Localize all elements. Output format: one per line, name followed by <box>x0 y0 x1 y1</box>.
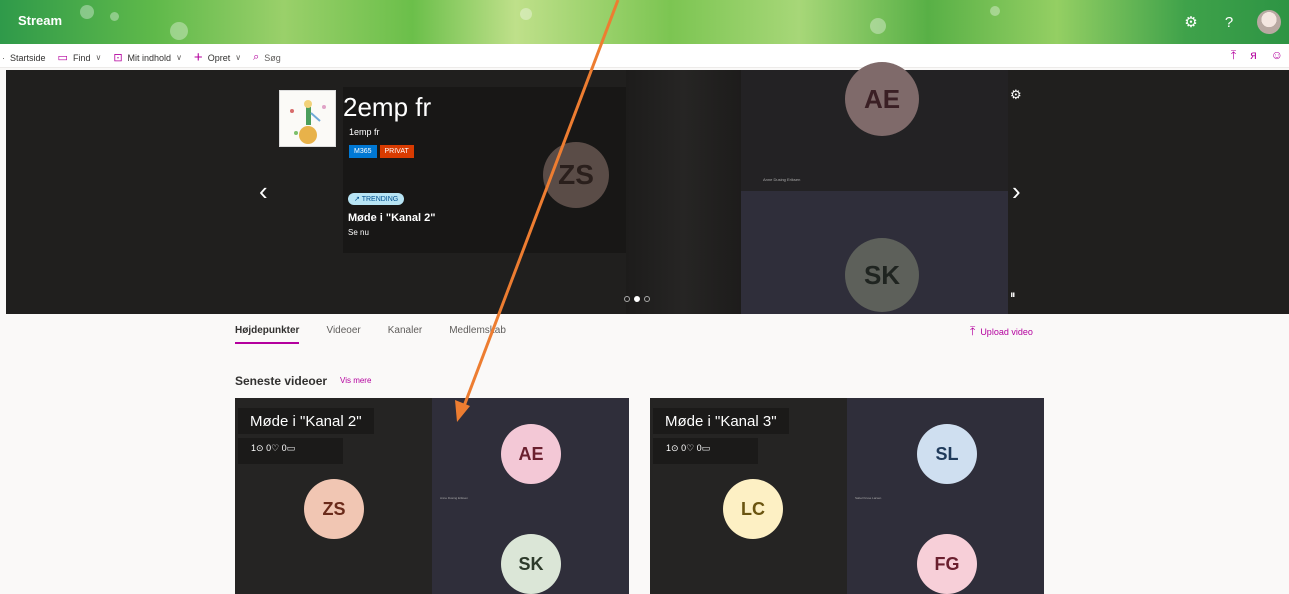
hero-title[interactable]: 2emp fr <box>343 92 431 123</box>
vis-mere-link[interactable]: Vis mere <box>340 376 371 385</box>
trending-icon: ↗ <box>354 196 362 203</box>
hero-video-title[interactable]: Møde i "Kanal 2" <box>348 212 435 224</box>
chevron-down-icon: ∨ <box>235 53 242 62</box>
stream-page: Stream ⚙ ? · Startside ▭ Find ∨ ⊡ Mit in… <box>0 0 1289 594</box>
gear-icon[interactable]: ⚙ <box>1181 13 1201 31</box>
nav-dot-icon: · <box>2 52 5 63</box>
decor-speck <box>520 8 532 20</box>
avatar-lc: LC <box>723 479 783 539</box>
avatar-fg: FG <box>917 534 977 594</box>
video-card[interactable]: Møde i "Kanal 2" 1⊙ 0♡ 0▭ ZS AE Anne Dus… <box>235 398 629 594</box>
app-name[interactable]: Stream <box>18 13 62 28</box>
upload-label: Upload video <box>980 326 1033 337</box>
avatar-ae: AE <box>845 62 919 136</box>
nav-bar: · Startside ▭ Find ∨ ⊡ Mit indhold ∨ + O… <box>0 44 1289 68</box>
nav-item-mit-indhold[interactable]: ⊡ Mit indhold ∨ <box>113 51 182 64</box>
avatar[interactable] <box>1257 10 1281 34</box>
nav-items: · Startside ▭ Find ∨ ⊡ Mit indhold ∨ + O… <box>2 49 281 66</box>
carousel-next-icon[interactable]: › <box>1012 176 1021 207</box>
carousel-dot[interactable] <box>644 296 650 302</box>
nav-item-startside[interactable]: · Startside <box>2 53 46 63</box>
top-icons: ⚙ ? <box>1181 10 1281 34</box>
channel-tabs: Højdepunkter Videoer Kanaler Medlemskab <box>235 325 506 344</box>
carousel-dots <box>624 296 650 302</box>
tab-medlemskab[interactable]: Medlemskab <box>449 325 506 344</box>
carousel-prev-icon[interactable]: ‹ <box>259 176 268 207</box>
channel-thumbnail[interactable] <box>279 90 336 147</box>
plus-icon: + <box>193 49 203 66</box>
content-icon: ⊡ <box>113 52 123 64</box>
search-icon: ⌕ <box>253 51 260 63</box>
chevron-down-icon: ∨ <box>176 53 182 62</box>
trending-badge: ↗ TRENDING <box>348 193 405 205</box>
decor-speck <box>110 12 119 21</box>
video-card[interactable]: Møde i "Kanal 3" 1⊙ 0♡ 0▭ LC SL Sabel Kr… <box>650 398 1044 594</box>
upload-icon: ⤒ <box>970 324 976 338</box>
tab-hojdepunkter[interactable]: Højdepunkter <box>235 325 300 344</box>
nav-item-opret[interactable]: + Opret ∨ <box>194 49 241 66</box>
comment-icon: ▭ <box>286 443 296 453</box>
heart-icon: ♡ <box>686 443 697 453</box>
decor-speck <box>990 6 1000 16</box>
hero-carousel: 2emp fr 1emp fr M365 PRIVAT ↗ TRENDING M… <box>6 62 1289 314</box>
tab-kanaler[interactable]: Kanaler <box>388 325 422 344</box>
title-overlay: Møde i "Kanal 3" <box>653 408 789 434</box>
nav-label: Opret <box>207 52 231 63</box>
participant-name: Sabel Kruse Larsen <box>855 496 882 500</box>
carousel-dot-active[interactable] <box>634 296 640 302</box>
privat-badge: PRIVAT <box>379 145 414 158</box>
video-title[interactable]: Møde i "Kanal 2" <box>250 413 362 430</box>
upload-icon[interactable]: ⤒ <box>1231 48 1236 63</box>
hero-settings-icon[interactable]: ⚙ <box>1010 87 1022 103</box>
hero-video-right: AE Anne Dusing Eriksen SK <box>741 62 1008 314</box>
trending-label: TRENDING <box>361 196 399 203</box>
video-stats: 1⊙ 0♡ 0▭ <box>251 443 295 454</box>
avatar-zs: ZS <box>304 479 364 539</box>
avatar-sk: SK <box>845 238 919 312</box>
decor-speck <box>870 18 886 34</box>
chevron-down-icon: ∨ <box>95 53 102 62</box>
comment-icon: ▭ <box>701 443 711 453</box>
tab-videoer[interactable]: Videoer <box>326 325 360 344</box>
m365-badge: M365 <box>349 145 377 158</box>
help-icon[interactable]: ? <box>1219 14 1239 31</box>
carousel-dot[interactable] <box>624 296 630 302</box>
hero-subtitle: 1emp fr <box>349 127 380 137</box>
avatar-ae: AE <box>501 424 561 484</box>
hero-video-preview <box>626 70 741 314</box>
video-title[interactable]: Møde i "Kanal 3" <box>665 413 777 430</box>
nav-label: Startside <box>10 52 46 63</box>
top-bar: Stream ⚙ ? <box>0 0 1289 44</box>
avatar-zs: ZS <box>543 142 609 208</box>
avatar-sl: SL <box>917 424 977 484</box>
views-icon: ⊙ <box>256 443 267 453</box>
nav-label: Mit indhold <box>127 52 172 63</box>
participant-name: Anne Dusing Eriksen <box>440 496 469 500</box>
avatar-sk: SK <box>501 534 561 594</box>
upload-video-button[interactable]: ⤒ Upload video <box>970 324 1033 339</box>
decor-speck <box>80 5 94 19</box>
little-prince-image <box>280 91 335 146</box>
nav-item-search[interactable]: ⌕ Søg <box>253 51 281 64</box>
find-icon: ▭ <box>57 52 68 64</box>
watch-now-link[interactable]: Se nu <box>348 228 369 237</box>
people-icon[interactable]: ᴙ <box>1250 48 1257 63</box>
heart-icon: ♡ <box>271 443 282 453</box>
views-icon: ⊙ <box>671 443 682 453</box>
smiley-icon[interactable]: ☺ <box>1271 48 1283 63</box>
hero-badges: M365 PRIVAT <box>349 145 414 158</box>
nav-label: Find <box>72 52 91 63</box>
nav-item-find[interactable]: ▭ Find ∨ <box>58 51 102 64</box>
section-title: Seneste videoer <box>235 374 328 388</box>
pause-icon[interactable]: ⏸ <box>1010 289 1016 302</box>
title-overlay: Møde i "Kanal 2" <box>238 408 374 434</box>
nav-right-icons: ⤒ ᴙ ☺ <box>1231 48 1283 63</box>
video-stats: 1⊙ 0♡ 0▭ <box>666 443 710 454</box>
search-input[interactable]: Søg <box>264 53 281 63</box>
participant-name: Anne Dusing Eriksen <box>763 177 801 182</box>
decor-speck <box>170 22 188 40</box>
